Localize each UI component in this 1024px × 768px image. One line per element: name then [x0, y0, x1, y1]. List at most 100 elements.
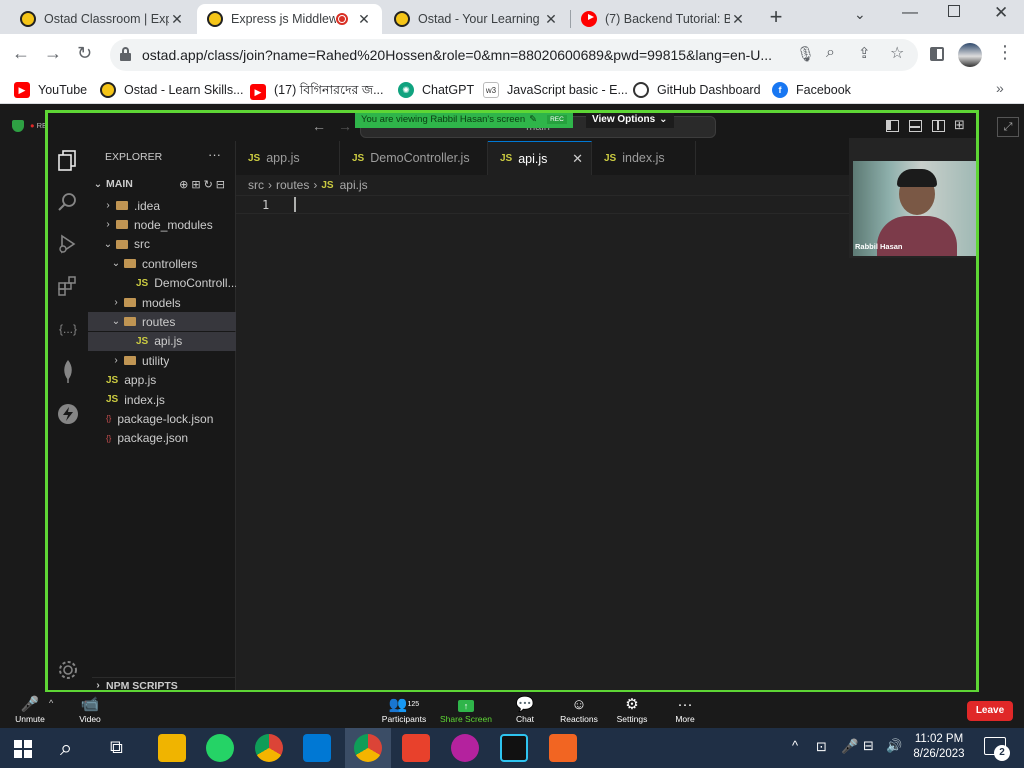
refresh-icon[interactable]: ↻ [204, 179, 216, 191]
volume-icon[interactable]: 🔊 [886, 738, 902, 754]
windows-start-icon[interactable] [14, 740, 32, 758]
browser-tab-3[interactable]: Ostad - Your Learning ✕ [384, 4, 569, 34]
tree-item[interactable]: JS api.js [88, 331, 236, 351]
mongodb-icon[interactable] [56, 359, 80, 383]
tab-search-icon[interactable]: ⌄ [854, 6, 866, 23]
tree-item[interactable]: › models [88, 293, 236, 312]
editor-tab-app-js[interactable]: JS app.js [236, 141, 340, 175]
fullscreen-icon[interactable]: ⤢ [997, 117, 1019, 137]
close-icon[interactable]: ✕ [169, 11, 185, 28]
bookmark-w3schools[interactable]: w3 JavaScript basic - E... [483, 82, 628, 98]
breadcrumb-item[interactable]: src [248, 178, 264, 192]
editor-tab-democontroller-js[interactable]: JS DemoController.js [340, 141, 488, 175]
thunder-client-icon[interactable] [56, 403, 80, 427]
editor-tab-index-js[interactable]: JS index.js [592, 141, 696, 175]
bookmark-chatgpt[interactable]: ✺ ChatGPT [398, 82, 474, 98]
search-icon[interactable]: ⌕ [60, 735, 72, 761]
bookmark-facebook[interactable]: f Facebook [772, 82, 851, 98]
tree-item[interactable]: › node_modules [88, 215, 236, 234]
browser-tab-1[interactable]: Ostad Classroom | Expr ✕ [10, 4, 195, 34]
settings-gear-icon[interactable] [56, 659, 80, 683]
chrome-icon[interactable] [255, 734, 283, 762]
whatsapp-icon[interactable] [206, 734, 234, 762]
more-button[interactable]: ··· More [655, 695, 715, 724]
tray-chevron-up-icon[interactable]: ^ [792, 738, 798, 753]
profile-avatar[interactable] [958, 43, 982, 67]
npm-scripts-header[interactable]: › NPM SCRIPTS [92, 677, 236, 690]
close-window-button[interactable]: ✕ [994, 3, 1008, 23]
tree-item[interactable]: ⌄ src [88, 235, 236, 254]
screen-recorder-icon[interactable] [402, 734, 430, 762]
browser-tab-2[interactable]: Express js Middlew ✕ [197, 4, 382, 34]
meet-now-icon[interactable]: ⊡ [816, 739, 827, 755]
breadcrumb-item[interactable]: routes [276, 178, 309, 192]
tree-item[interactable]: ⌄ routes [88, 312, 236, 332]
new-folder-icon[interactable]: ⊞ [191, 179, 203, 191]
webstorm-icon[interactable] [500, 734, 528, 762]
clock[interactable]: 11:02 PM 8/26/2023 [908, 733, 970, 760]
tree-item[interactable]: JS index.js [88, 390, 236, 409]
participants-button[interactable]: 👥125 Participants [374, 695, 434, 724]
chrome-active-icon[interactable] [354, 734, 382, 762]
tree-item[interactable]: {} package.json [88, 429, 236, 448]
restore-button[interactable] [948, 5, 960, 17]
new-tab-button[interactable]: + [762, 5, 790, 29]
bookmark-youtube[interactable]: ▶ YouTube [14, 82, 87, 98]
back-arrow-icon[interactable]: ← [312, 118, 326, 134]
back-icon[interactable]: ← [12, 43, 30, 64]
more-bookmarks-icon[interactable]: » [996, 80, 1004, 96]
bookmark-star-icon[interactable]: ☆ [890, 43, 904, 63]
chat-button[interactable]: 💬 Chat [495, 695, 555, 724]
search-icon[interactable] [56, 191, 80, 215]
breadcrumb-item[interactable]: api.js [340, 178, 368, 192]
reactions-button[interactable]: ☺ Reactions [549, 695, 609, 724]
tree-item[interactable]: ⌄ controllers [88, 254, 236, 273]
zoom-icon[interactable]: ⌕ [826, 44, 835, 62]
toggle-panel-icon[interactable] [909, 120, 922, 132]
tree-item[interactable]: JS app.js [88, 371, 236, 390]
bangla-app-icon[interactable] [549, 734, 577, 762]
share-screen-button[interactable]: ↑ Share Screen [436, 695, 496, 724]
vscode-icon[interactable] [303, 734, 331, 762]
extensions-icon[interactable] [56, 275, 80, 299]
toggle-sidebar-icon[interactable] [886, 120, 899, 132]
close-icon[interactable]: ✕ [356, 11, 372, 28]
tree-item[interactable]: JS DemoControll... [88, 274, 236, 293]
address-bar[interactable]: ostad.app/class/join?name=Rahed%20Hossen… [110, 39, 918, 71]
network-icon[interactable]: ⊟ [863, 738, 874, 754]
bookmark-github[interactable]: GitHub Dashboard [633, 82, 761, 98]
video-button[interactable]: 📹 Video [60, 695, 120, 724]
view-options-button[interactable]: View Options ⌄ [586, 113, 674, 128]
side-panel-icon[interactable] [930, 47, 944, 61]
bookmark-youtube-bn[interactable]: ▶ (17) বিগিনারদের জ... [250, 82, 384, 102]
workspace-section-header[interactable]: ⌄ MAIN ⊕⊞↻⊟ [92, 175, 236, 193]
file-explorer-icon[interactable] [158, 734, 186, 762]
json-tools-icon[interactable]: {...} [56, 317, 80, 341]
reload-icon[interactable]: ↻ [77, 43, 92, 64]
editor-tab-api-js[interactable]: JS api.js ✕ [488, 141, 592, 175]
settings-button[interactable]: ⚙ Settings [602, 695, 662, 724]
microphone-icon[interactable]: 🎙 [796, 45, 815, 63]
close-icon[interactable]: ✕ [730, 11, 746, 28]
bookmark-ostad[interactable]: Ostad - Learn Skills... [100, 82, 244, 98]
menu-kebab-icon[interactable]: ⋮ [996, 42, 1014, 63]
customize-layout-icon[interactable]: ⊞ [954, 117, 965, 133]
tree-item[interactable]: › utility [88, 351, 236, 370]
audio-options-caret[interactable]: ^ [49, 698, 53, 708]
close-icon[interactable]: ✕ [572, 151, 583, 167]
toggle-secondary-sidebar-icon[interactable] [932, 120, 945, 132]
more-actions-icon[interactable]: ··· [208, 147, 221, 162]
browser-tab-4[interactable]: (7) Backend Tutorial: Bl ✕ [571, 4, 756, 34]
explorer-icon[interactable] [56, 149, 80, 173]
tree-item[interactable]: › .idea [88, 196, 236, 215]
microphone-icon[interactable]: 🎤 [841, 738, 858, 755]
forward-arrow-icon[interactable]: → [338, 118, 352, 134]
participant-video-tile[interactable]: Rabbil Hasan [849, 138, 976, 258]
share-icon[interactable]: ⇪ [858, 44, 871, 62]
collapse-all-icon[interactable]: ⊟ [216, 179, 228, 191]
new-file-icon[interactable]: ⊕ [179, 179, 191, 191]
forward-icon[interactable]: → [44, 43, 62, 64]
minimize-button[interactable]: — [902, 4, 918, 22]
leave-button[interactable]: Leave [967, 701, 1013, 721]
tree-item[interactable]: {} package-lock.json [88, 409, 236, 428]
